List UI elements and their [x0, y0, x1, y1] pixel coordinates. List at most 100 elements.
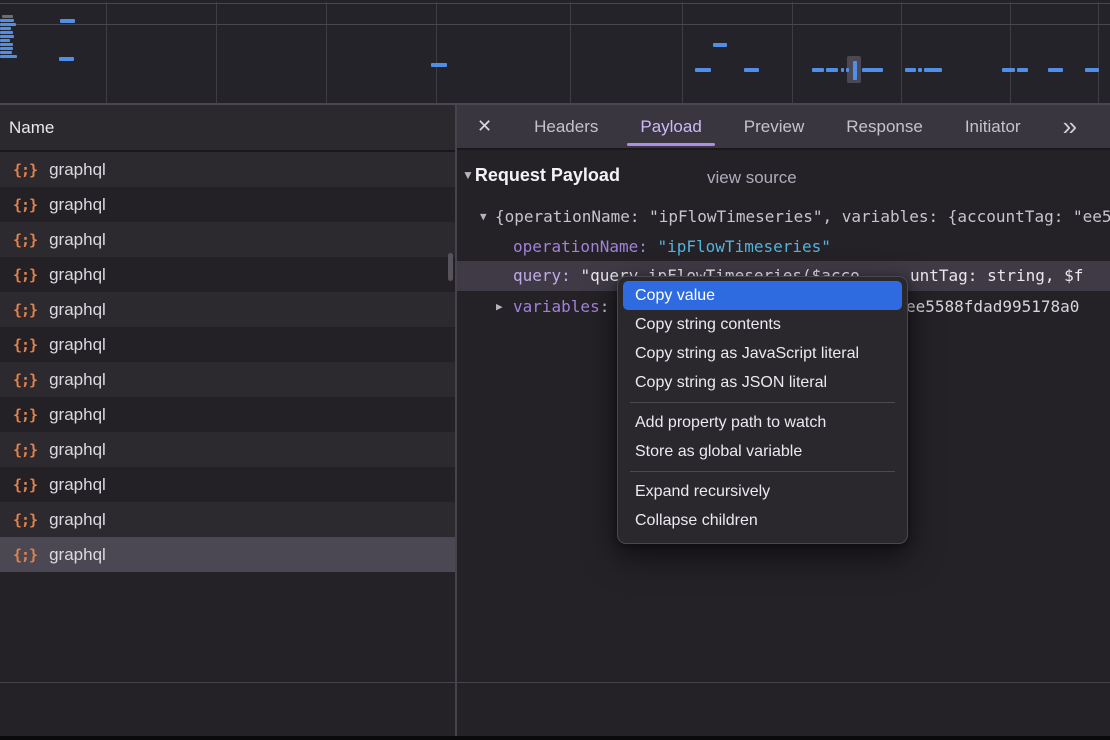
- window-bottom-edge: [0, 736, 1110, 740]
- menu-item-copy-string-as-json-literal[interactable]: Copy string as JSON literal: [623, 368, 902, 397]
- json-braces-icon: {;}: [13, 371, 37, 389]
- property-key: query:: [513, 266, 571, 285]
- request-row[interactable]: {;} graphql: [0, 327, 455, 362]
- request-name: graphql: [49, 335, 106, 355]
- request-name: graphql: [49, 405, 106, 425]
- request-list: {;} graphql {;} graphql {;} graphql {;} graphql…: [0, 152, 455, 572]
- menu-item-collapse-children[interactable]: Collapse children: [623, 506, 902, 535]
- json-braces-icon: {;}: [13, 546, 37, 564]
- request-timing-bar: [0, 55, 17, 58]
- request-row[interactable]: {;}graphql: [0, 152, 455, 187]
- request-timing-bar: [853, 61, 857, 80]
- expand-arrow-icon[interactable]: ▶: [496, 292, 503, 321]
- request-timing-bar: [0, 27, 11, 30]
- json-braces-icon: {;}: [13, 336, 37, 354]
- menu-item-copy-value[interactable]: Copy value: [623, 281, 902, 310]
- request-row[interactable]: {;}graphql: [0, 257, 455, 292]
- tab-preview[interactable]: Preview: [744, 104, 804, 149]
- request-timing-bar: [0, 31, 13, 34]
- request-timing-bar: [846, 68, 849, 72]
- request-timing-bar: [1002, 68, 1015, 72]
- collapse-arrow-icon[interactable]: ▼: [480, 202, 487, 231]
- request-timing-bar: [0, 43, 13, 46]
- request-timing-bar: [0, 47, 13, 50]
- timeline-gridline: [570, 2, 571, 103]
- request-name: graphql: [49, 160, 106, 180]
- request-timing-bar: [1017, 68, 1028, 72]
- request-list-scrollbar[interactable]: [448, 253, 453, 281]
- property-key: operationName:: [513, 237, 648, 256]
- timeline-gridline: [1098, 2, 1099, 103]
- payload-operationname-row[interactable]: operationName: "ipFlowTimeseries": [457, 232, 1110, 261]
- request-timing-bar: [60, 19, 75, 23]
- json-braces-icon: {;}: [13, 441, 37, 459]
- tab-initiator[interactable]: Initiator: [965, 104, 1021, 149]
- timeline-gridline: [326, 2, 327, 103]
- json-braces-icon: {;}: [13, 231, 37, 249]
- request-row[interactable]: {;} graphql: [0, 502, 455, 537]
- request-timing-bar: [1048, 68, 1063, 72]
- request-timing-bar: [1085, 68, 1099, 72]
- tab-headers[interactable]: Headers: [534, 104, 598, 149]
- summary-divider: [0, 682, 1110, 683]
- name-column-header[interactable]: Name: [0, 105, 455, 152]
- request-timing-bar: [0, 19, 14, 22]
- network-overview-timeline[interactable]: [0, 0, 1110, 105]
- request-timing-bar: [59, 57, 74, 61]
- request-timing-bar: [0, 39, 10, 42]
- request-row[interactable]: {;} graphql: [0, 537, 455, 572]
- tab-response[interactable]: Response: [846, 104, 923, 149]
- request-timing-bar: [0, 35, 14, 38]
- request-timing-bar: [695, 68, 711, 72]
- name-column-label: Name: [0, 105, 455, 150]
- request-timing-bar: [431, 63, 447, 67]
- request-timing-bar: [862, 68, 883, 72]
- request-timing-bar: [918, 68, 922, 72]
- tab-payload[interactable]: Payload: [640, 104, 701, 149]
- menu-item-store-as-global-variable[interactable]: Store as global variable: [623, 437, 902, 466]
- timeline-gridline: [216, 2, 217, 103]
- menu-separator: [630, 402, 895, 403]
- request-name: graphql: [49, 230, 106, 250]
- view-source-link[interactable]: view source: [707, 168, 797, 188]
- json-braces-icon: {;}: [13, 406, 37, 424]
- property-key: variables: [513, 297, 600, 316]
- request-name: graphql: [49, 195, 106, 215]
- menu-separator: [630, 471, 895, 472]
- menu-item-add-property-path-to-watch[interactable]: Add property path to watch: [623, 408, 902, 437]
- request-row[interactable]: {;}graphql: [0, 187, 455, 222]
- request-name: graphql: [49, 370, 106, 390]
- json-braces-icon: {;}: [13, 476, 37, 494]
- request-name: graphql: [49, 440, 106, 460]
- payload-root-row[interactable]: ▼ {operationName: "ipFlowTimeseries", va…: [457, 202, 1110, 231]
- timeline-gridline: [0, 3, 1110, 4]
- more-tabs-icon[interactable]: [1063, 104, 1077, 149]
- request-timing-bar: [0, 51, 12, 54]
- close-detail-icon[interactable]: [477, 116, 492, 137]
- request-timing-bar: [812, 68, 824, 72]
- timeline-gridline: [792, 2, 793, 103]
- request-row[interactable]: {;} graphql: [0, 432, 455, 467]
- menu-item-copy-string-contents[interactable]: Copy string contents: [623, 310, 902, 339]
- timeline-gridline: [106, 2, 107, 103]
- json-braces-icon: {;}: [13, 301, 37, 319]
- request-row[interactable]: {;} graphql: [0, 397, 455, 432]
- timeline-gridline: [901, 2, 902, 103]
- request-name: graphql: [49, 510, 106, 530]
- request-name: graphql: [49, 545, 106, 565]
- request-row[interactable]: {;} graphql: [0, 292, 455, 327]
- json-braces-icon: {;}: [13, 511, 37, 529]
- collapse-section-icon: ▼: [462, 168, 474, 182]
- request-timing-bar: [924, 68, 942, 72]
- request-row[interactable]: {;} graphql: [0, 362, 455, 397]
- request-name: graphql: [49, 300, 106, 320]
- request-timing-bar: [905, 68, 916, 72]
- request-row[interactable]: {;}graphql: [0, 467, 455, 502]
- request-timing-bar: [744, 68, 759, 72]
- menu-item-expand-recursively[interactable]: Expand recursively: [623, 477, 902, 506]
- request-payload-section-header[interactable]: ▼Request Payload: [462, 165, 620, 186]
- request-timing-bar: [713, 43, 727, 47]
- menu-item-copy-string-as-javascript-literal[interactable]: Copy string as JavaScript literal: [623, 339, 902, 368]
- request-timing-bar: [841, 68, 844, 72]
- request-row[interactable]: {;} graphql: [0, 222, 455, 257]
